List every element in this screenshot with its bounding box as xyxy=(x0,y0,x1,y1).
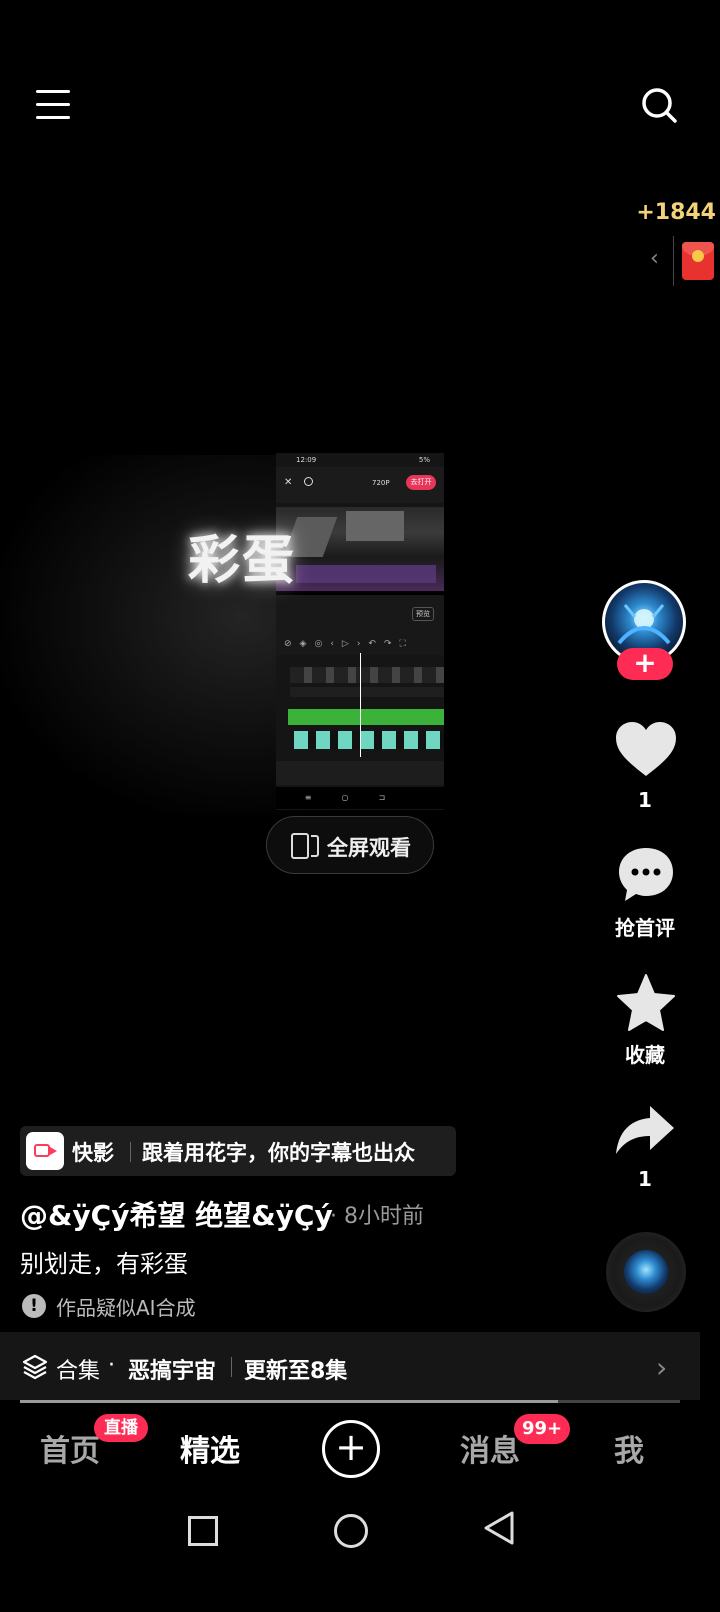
phone-preview-toggle: 预览 xyxy=(412,607,434,621)
reward-divider xyxy=(673,236,674,286)
app-promo-divider xyxy=(130,1142,131,1162)
kuaiying-logo-icon xyxy=(26,1132,64,1170)
collection-divider xyxy=(231,1357,232,1377)
live-badge: 直播 xyxy=(94,1414,148,1442)
phone-track-audio xyxy=(290,687,444,697)
post-time: · 8小时前 xyxy=(330,1204,424,1229)
phone-editor-topbar: ✕ 720P 去打开 xyxy=(276,467,444,503)
video-description[interactable]: 别划走，有彩蛋 xyxy=(20,1244,188,1279)
author-name[interactable]: @&ÿÇý希望 绝望&ÿÇý xyxy=(20,1194,333,1234)
phone-close-icon: ✕ xyxy=(284,477,293,488)
ai-warning-icon: ! xyxy=(22,1294,46,1318)
back-button[interactable] xyxy=(482,1510,516,1546)
collect-label: 收藏 xyxy=(625,1043,665,1067)
collection-name: 恶搞宇宙 xyxy=(128,1359,217,1384)
phone-video-preview xyxy=(276,507,444,591)
search-icon xyxy=(642,88,677,123)
phone-status-bar: 12:09 5% xyxy=(276,453,444,467)
collect-button[interactable] xyxy=(616,973,676,1033)
phone-help-icon xyxy=(304,477,313,486)
app-promo-name[interactable]: 快影 xyxy=(72,1137,114,1167)
search-button[interactable] xyxy=(640,86,680,126)
collection-update: 更新至8集 xyxy=(244,1359,348,1384)
preview-shape xyxy=(296,565,436,583)
follow-button[interactable]: + xyxy=(617,648,673,680)
chevron-right-icon[interactable]: › xyxy=(656,1351,667,1384)
comment-label: 抢首评 xyxy=(615,916,675,940)
comment-icon xyxy=(619,848,673,901)
phone-playhead xyxy=(360,653,361,757)
collection-label: 合集 xyxy=(56,1359,101,1384)
music-disc[interactable] xyxy=(606,1232,686,1312)
tab-messages[interactable]: 消息 xyxy=(460,1426,520,1470)
back-triangle-icon xyxy=(484,1511,514,1545)
phone-track-video xyxy=(290,667,444,683)
reward-count[interactable]: +1844 xyxy=(636,200,716,225)
red-envelope-icon[interactable] xyxy=(682,242,714,280)
reward-chevron-icon[interactable]: ‹ xyxy=(650,246,659,271)
collection-stack-icon xyxy=(22,1354,48,1380)
music-disc-cover xyxy=(624,1250,668,1294)
phone-done-button: 去打开 xyxy=(406,475,436,490)
video-phone-screen[interactable]: 12:09 5% ✕ 720P 去打开 预览 ⊘◈◎‹▷›↶↷⛶ ≡○⊐ xyxy=(276,453,444,810)
menu-line xyxy=(36,90,70,93)
app-promo-slogan[interactable]: 跟着用花字，你的字幕也出众 xyxy=(142,1137,415,1167)
phone-tool-icons: ⊘◈◎‹▷›↶↷⛶ xyxy=(284,639,414,649)
fullscreen-button[interactable]: 全屏观看 xyxy=(266,816,434,874)
home-button[interactable] xyxy=(334,1514,368,1548)
phone-bottom-tools xyxy=(276,761,444,785)
share-button[interactable] xyxy=(614,1104,676,1156)
fullscreen-rotate-icon xyxy=(291,833,309,859)
menu-line xyxy=(36,116,70,119)
comment-button[interactable] xyxy=(617,846,675,904)
video-overlay-text: 彩蛋 xyxy=(188,531,297,591)
heart-icon xyxy=(616,722,676,776)
like-count: 1 xyxy=(638,788,652,812)
like-button[interactable] xyxy=(616,722,676,778)
preview-shape xyxy=(346,511,404,541)
add-post-button[interactable]: + xyxy=(322,1420,380,1478)
phone-resolution: 720P xyxy=(372,479,390,487)
share-arrow-icon xyxy=(616,1106,674,1154)
share-count: 1 xyxy=(638,1167,652,1191)
phone-status-battery: 5% xyxy=(418,456,430,464)
tab-home[interactable]: 首页 xyxy=(40,1426,100,1470)
messages-badge: 99+ xyxy=(514,1414,571,1444)
phone-track-green xyxy=(288,709,444,725)
menu-line xyxy=(36,103,70,106)
tab-me[interactable]: 我 xyxy=(614,1426,644,1470)
phone-toolbar: 预览 ⊘◈◎‹▷›↶↷⛶ xyxy=(276,595,444,655)
phone-nav-bar: ≡○⊐ xyxy=(276,787,444,809)
envelope-coin xyxy=(692,250,704,262)
menu-button[interactable] xyxy=(36,90,70,124)
ai-notice-text[interactable]: 作品疑似AI合成 xyxy=(56,1292,196,1321)
video-progress-fill xyxy=(20,1400,558,1403)
star-icon xyxy=(617,974,675,1031)
phone-track-stickers xyxy=(294,731,444,749)
collection-dot: · xyxy=(108,1353,115,1378)
collection-bar[interactable] xyxy=(0,1332,700,1400)
phone-status-time: 12:09 xyxy=(296,456,317,464)
recent-apps-button[interactable] xyxy=(188,1516,218,1546)
fullscreen-rotate-icon-part xyxy=(311,835,319,857)
fullscreen-label: 全屏观看 xyxy=(327,836,411,860)
tab-featured[interactable]: 精选 xyxy=(180,1426,240,1470)
